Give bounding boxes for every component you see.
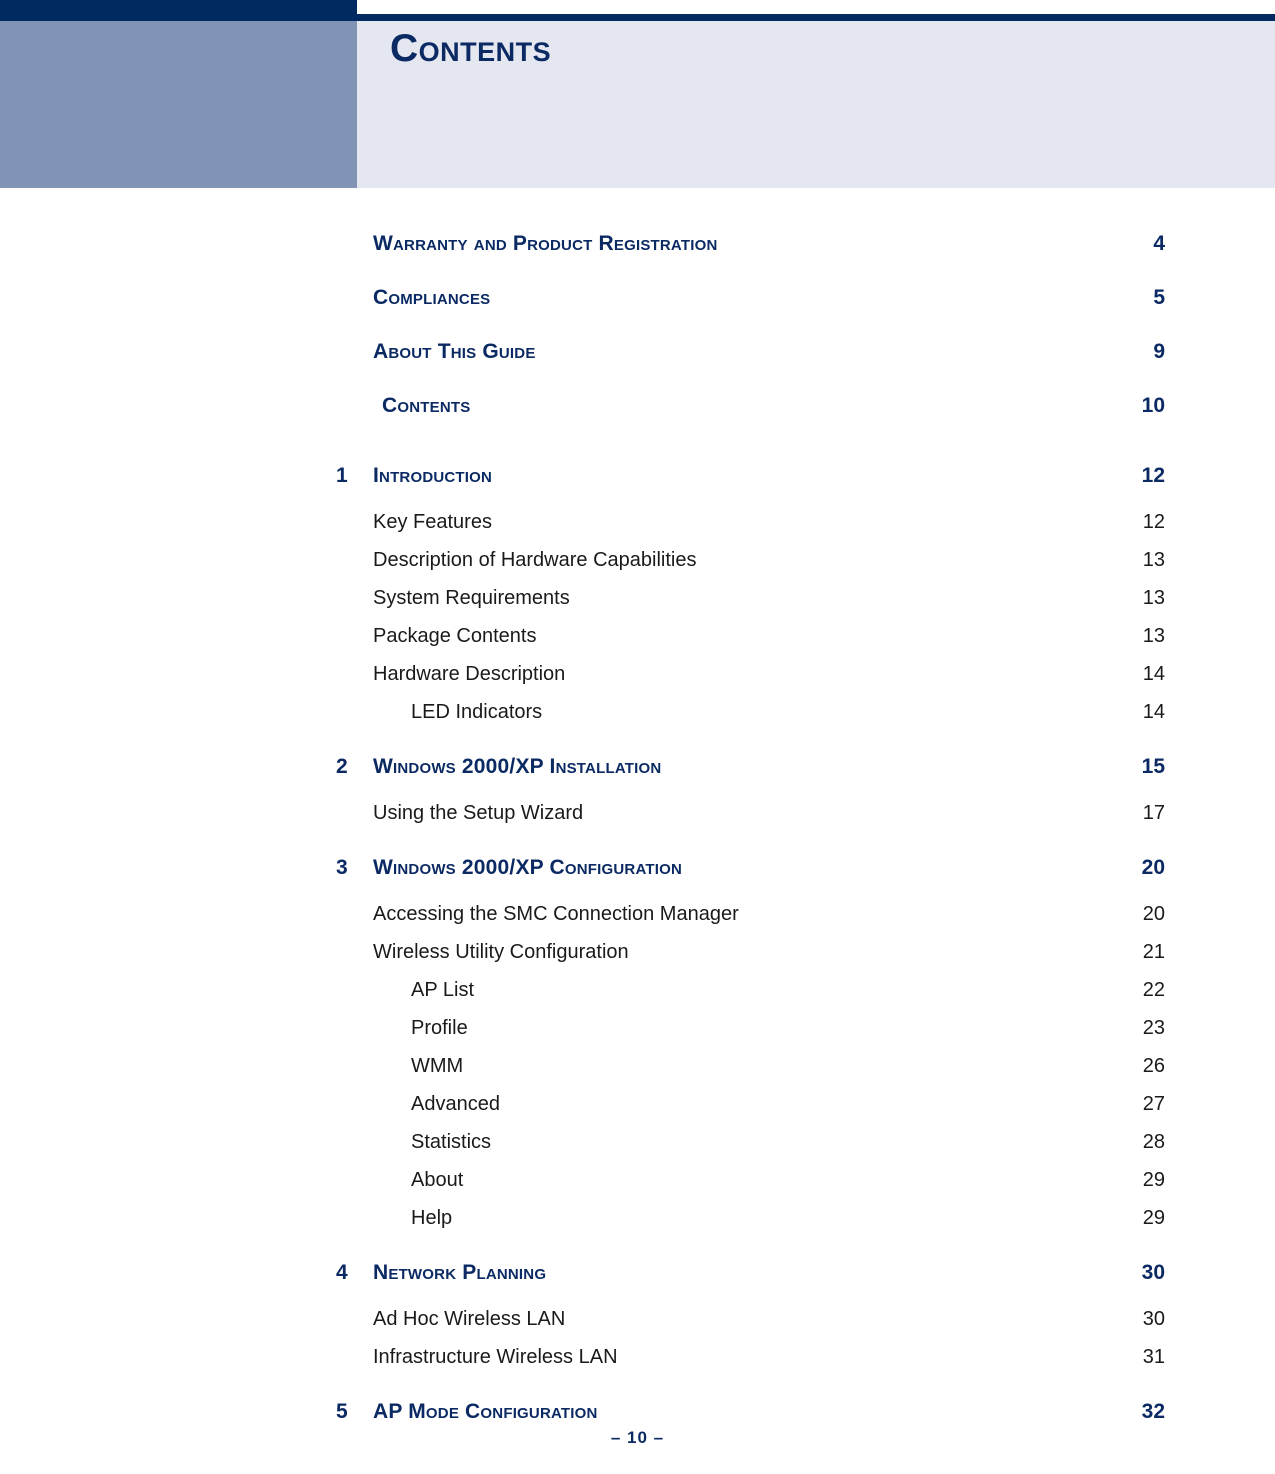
toc-entry-page-number: 12	[1142, 511, 1165, 533]
toc-entry-page-number: 9	[1153, 340, 1165, 363]
toc-entry-label: Advanced	[411, 1093, 500, 1115]
toc-entry-page-number: 28	[1142, 1131, 1165, 1153]
toc-entry-page-number: 20	[1141, 856, 1165, 879]
toc-entry-subsection[interactable]: AP List 22	[0, 979, 1275, 1017]
toc-entry-page-number: 26	[1142, 1055, 1165, 1077]
toc-spacer	[0, 1245, 1275, 1261]
toc-entry-page-number: 4	[1153, 232, 1165, 255]
header-navy-rule	[357, 14, 1275, 21]
toc-entry-section[interactable]: Hardware Description 14	[0, 663, 1275, 701]
toc-entry-subsection[interactable]: LED Indicators 14	[0, 701, 1275, 739]
toc-entry-label: Wireless Utility Configuration	[373, 941, 629, 963]
toc-entry-page-number: 12	[1141, 464, 1165, 487]
page-title: Contents	[390, 27, 552, 70]
chapter-number: 1	[336, 464, 348, 487]
toc-entry-subsection[interactable]: Profile 23	[0, 1017, 1275, 1055]
toc-entry-label: Infrastructure Wireless LAN	[373, 1346, 618, 1368]
page-header: Contents	[0, 0, 1275, 188]
toc-entry-subsection[interactable]: Statistics 28	[0, 1131, 1275, 1169]
toc-entry-page-number: 5	[1153, 286, 1165, 309]
chapter-number: 4	[336, 1261, 348, 1284]
toc-entry-page-number: 29	[1142, 1207, 1165, 1229]
toc-entry-page-number: 13	[1142, 549, 1165, 571]
toc-entry-page-number: 15	[1141, 755, 1165, 778]
toc-entry-subsection[interactable]: Advanced 27	[0, 1093, 1275, 1131]
toc-entry-label: Description of Hardware Capabilities	[373, 549, 697, 571]
toc-entry-label: Introduction	[373, 464, 493, 487]
toc-entry-label: Statistics	[411, 1131, 492, 1153]
toc-entry-label: Warranty and Product Registration	[373, 232, 718, 255]
toc-entry-chapter[interactable]: 3 Windows 2000/XP Configuration 20	[0, 856, 1275, 903]
toc-entry-front-matter[interactable]: Compliances 5	[0, 286, 1275, 340]
toc-entry-label: Compliances	[373, 286, 491, 309]
toc-entry-page-number: 14	[1142, 663, 1165, 685]
toc-entry-label: Hardware Description	[373, 663, 566, 685]
chapter-number: 2	[336, 755, 348, 778]
toc-entry-section[interactable]: Ad Hoc Wireless LAN 30	[0, 1308, 1275, 1346]
toc-entry-chapter[interactable]: 2 Windows 2000/XP Installation 15	[0, 755, 1275, 802]
toc-spacer	[0, 1384, 1275, 1400]
toc-entry-front-matter[interactable]: Warranty and Product Registration 4	[0, 232, 1275, 286]
toc-entry-label: Key Features	[373, 511, 492, 533]
toc-entry-page-number: 31	[1142, 1346, 1165, 1368]
toc-entry-page-number: 13	[1142, 587, 1165, 609]
toc-entry-page-number: 14	[1142, 701, 1165, 723]
header-slate-block	[0, 21, 357, 188]
table-of-contents: Warranty and Product Registration 4 Compli…	[0, 188, 1275, 1447]
toc-entry-label: AP List	[411, 979, 474, 1001]
toc-entry-label: Profile	[411, 1017, 468, 1039]
toc-entry-label: WMM	[411, 1055, 464, 1077]
toc-entry-subsection[interactable]: About 29	[0, 1169, 1275, 1207]
toc-entry-label: Using the Setup Wizard	[373, 802, 584, 824]
page-number-footer: – 10 –	[610, 1428, 665, 1447]
toc-entry-page-number: 13	[1142, 625, 1165, 647]
toc-entry-front-matter[interactable]: About This Guide 9	[0, 340, 1275, 394]
toc-entry-label: Ad Hoc Wireless LAN	[373, 1308, 566, 1330]
toc-entry-subsection[interactable]: Help 29	[0, 1207, 1275, 1245]
toc-spacer	[0, 188, 1275, 232]
toc-entry-page-number: 10	[1141, 394, 1165, 417]
toc-entry-label: Windows 2000/XP Configuration	[373, 856, 683, 879]
toc-entry-label: About	[411, 1169, 464, 1191]
toc-entry-section[interactable]: Infrastructure Wireless LAN 31	[0, 1346, 1275, 1384]
toc-entry-label: About This Guide	[373, 340, 536, 363]
toc-entry-page-number: 22	[1142, 979, 1165, 1001]
toc-entry-label: Package Contents	[373, 625, 537, 647]
toc-entry-label: Accessing the SMC Connection Manager	[373, 903, 739, 925]
toc-entry-section[interactable]: Wireless Utility Configuration 21	[0, 941, 1275, 979]
toc-entry-chapter[interactable]: 1 Introduction 12	[0, 464, 1275, 511]
chapter-number: 3	[336, 856, 348, 879]
toc-entry-section[interactable]: System Requirements 13	[0, 587, 1275, 625]
toc-entry-label: System Requirements	[373, 587, 570, 609]
toc-entry-label: Contents	[382, 394, 471, 417]
toc-spacer	[0, 840, 1275, 856]
toc-entry-section[interactable]: Using the Setup Wizard 17	[0, 802, 1275, 840]
toc-entry-page-number: 32	[1141, 1400, 1165, 1423]
toc-entry-section[interactable]: Key Features 12	[0, 511, 1275, 549]
toc-entry-section[interactable]: Description of Hardware Capabilities 13	[0, 549, 1275, 587]
toc-entry-page-number: 27	[1142, 1093, 1165, 1115]
toc-entry-label: AP Mode Configuration	[373, 1400, 598, 1423]
chapter-number: 5	[336, 1400, 348, 1423]
toc-entry-label: LED Indicators	[411, 701, 543, 723]
toc-entry-page-number: 30	[1141, 1261, 1165, 1284]
toc-entry-page-number: 23	[1142, 1017, 1165, 1039]
toc-entry-page-number: 29	[1142, 1169, 1165, 1191]
toc-entry-page-number: 20	[1142, 903, 1165, 925]
header-navy-left-block	[0, 0, 357, 21]
toc-entry-page-number: 30	[1142, 1308, 1165, 1330]
toc-entry-section[interactable]: Accessing the SMC Connection Manager 20	[0, 903, 1275, 941]
toc-entry-label: Windows 2000/XP Installation	[373, 755, 662, 778]
toc-entry-chapter[interactable]: 4 Network Planning 30	[0, 1261, 1275, 1308]
toc-entry-label: Help	[411, 1207, 453, 1229]
toc-entry-page-number: 17	[1142, 802, 1165, 824]
toc-entry-page-number: 21	[1142, 941, 1165, 963]
toc-entry-label: Network Planning	[373, 1261, 547, 1284]
toc-entry-subsection[interactable]: WMM 26	[0, 1055, 1275, 1093]
toc-entry-front-matter[interactable]: Contents 10	[0, 394, 1275, 448]
toc-spacer	[0, 448, 1275, 464]
toc-entry-section[interactable]: Package Contents 13	[0, 625, 1275, 663]
toc-spacer	[0, 739, 1275, 755]
